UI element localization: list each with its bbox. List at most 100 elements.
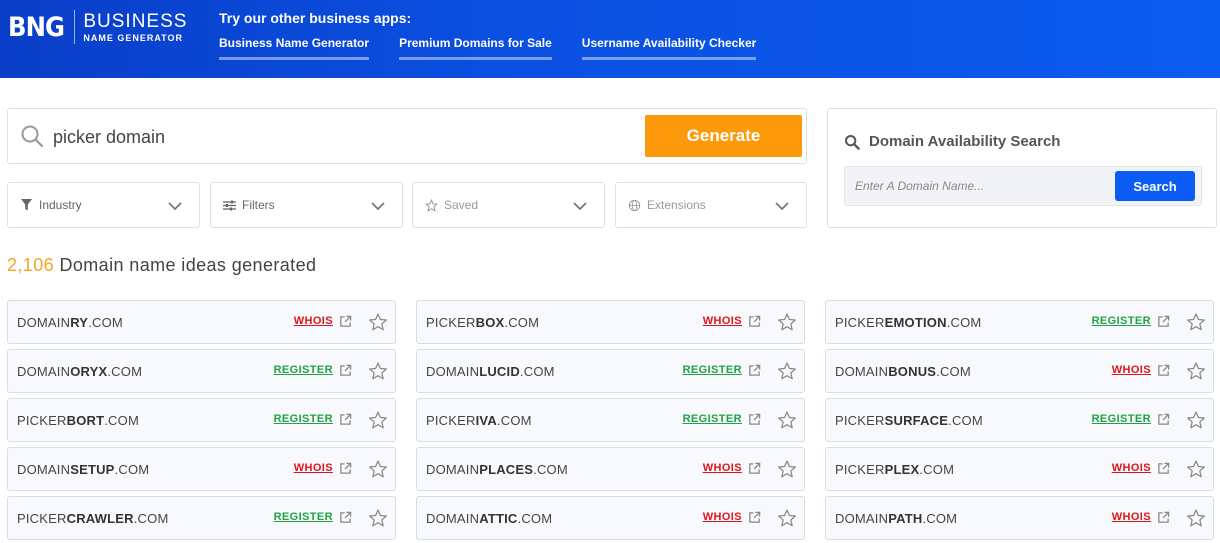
- favorite-star-icon[interactable]: [1186, 459, 1206, 479]
- favorite-star-icon[interactable]: [1186, 312, 1206, 332]
- favorite-star-icon[interactable]: [777, 312, 797, 332]
- filters-label: Filters: [242, 198, 275, 212]
- register-link[interactable]: REGISTER: [683, 364, 742, 376]
- external-link-icon[interactable]: [748, 511, 761, 524]
- domain-tld: .COM: [496, 413, 532, 428]
- whois-link[interactable]: WHOIS: [703, 462, 742, 474]
- register-link[interactable]: REGISTER: [274, 511, 333, 523]
- external-link-icon[interactable]: [339, 462, 352, 475]
- external-link-icon[interactable]: [339, 413, 352, 426]
- favorite-star-icon[interactable]: [368, 312, 388, 332]
- domain-name: PICKEREMOTION.COM: [835, 315, 981, 330]
- domain-suffix: LUCID: [479, 364, 520, 379]
- generate-button[interactable]: Generate: [645, 115, 802, 157]
- domain-result-card: DOMAINLUCID.COM REGISTER: [416, 349, 805, 393]
- register-link[interactable]: REGISTER: [274, 364, 333, 376]
- favorite-star-icon[interactable]: [368, 508, 388, 528]
- external-link-icon[interactable]: [339, 511, 352, 524]
- domain-name-input[interactable]: [855, 176, 1105, 196]
- domain-tld: .COM: [504, 315, 540, 330]
- domain-suffix: IVA: [475, 413, 497, 428]
- keyword-search-box: Generate: [7, 108, 807, 164]
- domain-result-card: PICKERCRAWLER.COM REGISTER: [7, 496, 396, 540]
- domain-name: PICKERBORT.COM: [17, 413, 139, 428]
- domain-search-button[interactable]: Search: [1115, 171, 1195, 201]
- sliders-icon: [222, 198, 236, 212]
- industry-label: Industry: [39, 198, 82, 212]
- domain-prefix: DOMAIN: [17, 364, 71, 379]
- chevron-down-icon: [371, 202, 385, 211]
- whois-link[interactable]: WHOIS: [703, 315, 742, 327]
- favorite-star-icon[interactable]: [368, 361, 388, 381]
- business-name-generator-link[interactable]: Business Name Generator: [219, 36, 370, 60]
- favorite-star-icon[interactable]: [777, 361, 797, 381]
- favorite-star-icon[interactable]: [368, 459, 388, 479]
- premium-domains-link[interactable]: Premium Domains for Sale: [399, 36, 552, 60]
- domain-suffix: EMOTION: [884, 315, 947, 330]
- domain-tld: .COM: [88, 315, 123, 330]
- domain-prefix: DOMAIN: [17, 315, 71, 330]
- domain-suffix: CRAWLER: [66, 511, 134, 526]
- favorite-star-icon[interactable]: [777, 459, 797, 479]
- domain-name: PICKERIVA.COM: [426, 413, 532, 428]
- domain-result-card: DOMAINRY.COM WHOIS: [7, 300, 396, 344]
- domain-suffix: BOX: [475, 315, 505, 330]
- favorite-star-icon[interactable]: [1186, 410, 1206, 430]
- domain-prefix: PICKER: [426, 315, 476, 330]
- whois-link[interactable]: WHOIS: [1112, 462, 1151, 474]
- whois-link[interactable]: WHOIS: [294, 462, 333, 474]
- search-icon: [21, 125, 44, 148]
- external-link-icon[interactable]: [339, 364, 352, 377]
- external-link-icon[interactable]: [339, 315, 352, 328]
- whois-link[interactable]: WHOIS: [294, 315, 333, 327]
- favorite-star-icon[interactable]: [777, 410, 797, 430]
- external-link-icon[interactable]: [1157, 315, 1170, 328]
- domain-prefix: DOMAIN: [426, 511, 480, 526]
- chevron-down-icon: [168, 202, 182, 211]
- domain-tld: .COM: [133, 511, 169, 526]
- external-link-icon[interactable]: [748, 413, 761, 426]
- domain-availability-title-text: Domain Availability Search: [869, 133, 1061, 150]
- saved-dropdown[interactable]: Saved: [412, 182, 605, 228]
- favorite-star-icon[interactable]: [368, 410, 388, 430]
- domain-prefix: DOMAIN: [17, 462, 71, 477]
- whois-link[interactable]: WHOIS: [1112, 364, 1151, 376]
- external-link-icon[interactable]: [1157, 511, 1170, 524]
- external-link-icon[interactable]: [1157, 364, 1170, 377]
- industry-dropdown[interactable]: Industry: [7, 182, 200, 228]
- results-count: 2,106: [7, 255, 55, 275]
- domain-result-card: PICKERIVA.COM REGISTER: [416, 398, 805, 442]
- register-link[interactable]: REGISTER: [1092, 413, 1151, 425]
- external-link-icon[interactable]: [748, 462, 761, 475]
- domain-name: PICKERBOX.COM: [426, 315, 539, 330]
- extensions-dropdown[interactable]: Extensions: [615, 182, 807, 228]
- register-link[interactable]: REGISTER: [274, 413, 333, 425]
- favorite-star-icon[interactable]: [1186, 361, 1206, 381]
- username-checker-link[interactable]: Username Availability Checker: [581, 36, 757, 60]
- external-link-icon[interactable]: [1157, 462, 1170, 475]
- domain-name: DOMAINLUCID.COM: [426, 364, 555, 379]
- other-apps-links: Business Name Generator Premium Domains …: [219, 36, 757, 60]
- external-link-icon[interactable]: [748, 364, 761, 377]
- logo[interactable]: BNG BUSINESS NAME GENERATOR: [8, 10, 187, 44]
- domain-name: DOMAINPLACES.COM: [426, 462, 568, 477]
- domain-result-card: PICKERSURFACE.COM REGISTER: [825, 398, 1214, 442]
- results-count-text: Domain name ideas generated: [59, 255, 317, 275]
- keyword-search-input[interactable]: [53, 123, 633, 151]
- domain-name: DOMAINATTIC.COM: [426, 511, 552, 526]
- domain-tld: .COM: [946, 315, 982, 330]
- favorite-star-icon[interactable]: [777, 508, 797, 528]
- register-link[interactable]: REGISTER: [1092, 315, 1151, 327]
- domain-prefix: PICKER: [835, 462, 885, 477]
- domain-result-card: DOMAINATTIC.COM WHOIS: [416, 496, 805, 540]
- whois-link[interactable]: WHOIS: [703, 511, 742, 523]
- filters-dropdown[interactable]: Filters: [210, 182, 403, 228]
- logo-line-2: NAME GENERATOR: [83, 32, 184, 43]
- register-link[interactable]: REGISTER: [683, 413, 742, 425]
- whois-link[interactable]: WHOIS: [1112, 511, 1151, 523]
- domain-suffix: PLACES: [479, 462, 534, 477]
- favorite-star-icon[interactable]: [1186, 508, 1206, 528]
- external-link-icon[interactable]: [748, 315, 761, 328]
- domain-result-card: DOMAINSETUP.COM WHOIS: [7, 447, 396, 491]
- external-link-icon[interactable]: [1157, 413, 1170, 426]
